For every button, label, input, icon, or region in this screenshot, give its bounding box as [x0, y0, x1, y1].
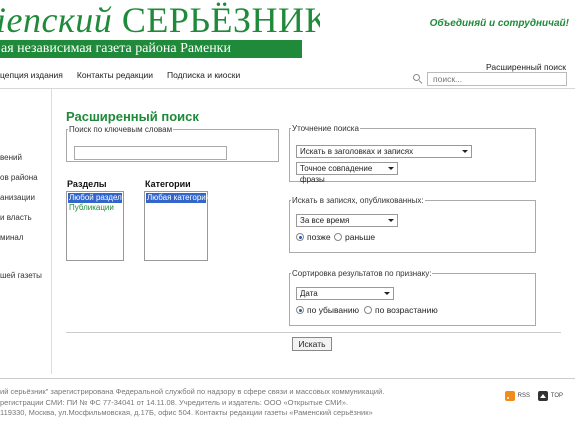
- keywords-legend: Поиск по ключевым словам: [69, 125, 173, 134]
- logo-subtitle-bar: ая независимая газета района Раменки: [0, 40, 302, 58]
- sections-label: Разделы: [67, 179, 107, 189]
- rss-icon: [504, 391, 515, 401]
- back-to-top-link[interactable]: TOP: [537, 391, 563, 401]
- footer-line-2: регистрации СМИ: ПИ № ФС 77-34041 от 14.…: [0, 397, 349, 407]
- search-icon[interactable]: [413, 74, 423, 84]
- refine-scope-value: Искать в заголовках и записях: [300, 147, 414, 156]
- logo-subtitle: ая независимая газета района Раменки: [1, 41, 231, 56]
- footer-line-1: ий серьёзник" зарегистрирована Федеральн…: [0, 387, 385, 396]
- sort-desc-label: по убыванию: [307, 305, 359, 315]
- chevron-down-icon: [388, 163, 397, 174]
- radio-unchecked[interactable]: [364, 306, 372, 314]
- sort-field-select[interactable]: Дата: [296, 287, 394, 300]
- logo-title: ienский СЕРЬЁЗНИК: [0, 2, 320, 40]
- refine-match-select[interactable]: Точное совпадение фразы: [296, 162, 398, 184]
- site-logo[interactable]: ienский СЕРЬЁЗНИК: [0, 2, 320, 42]
- sidebar-item-4[interactable]: и власть: [0, 213, 32, 222]
- sections-option[interactable]: Публикации: [68, 203, 122, 213]
- top-arrow-icon: [537, 391, 548, 401]
- date-range-value: За все время: [300, 216, 350, 225]
- chevron-down-icon: [461, 146, 471, 157]
- chevron-down-icon: [387, 215, 397, 226]
- date-later-radio[interactable]: позже: [296, 232, 331, 242]
- sidebar-item-1[interactable]: вений: [0, 153, 22, 162]
- form-divider: [66, 332, 561, 333]
- page-title: Расширенный поиск: [66, 109, 199, 124]
- nav-item-concept[interactable]: цепция издания: [0, 70, 63, 80]
- top-nav: цепция издания Контакты редакции Подписк…: [0, 70, 240, 80]
- top-label: TOP: [550, 393, 563, 399]
- sort-field-value: Дата: [300, 289, 318, 298]
- sidebar-item-6[interactable]: шей газеты: [0, 271, 42, 280]
- sort-desc-radio[interactable]: по убыванию: [296, 305, 359, 315]
- search-submit-button[interactable]: Искать: [292, 337, 332, 351]
- sections-listbox[interactable]: Любой раздел Публикации: [66, 191, 124, 261]
- search-input[interactable]: [427, 72, 567, 86]
- sort-legend: Сортировка результатов по признаку:: [292, 269, 432, 278]
- sort-asc-radio[interactable]: по возрастанию: [364, 305, 438, 315]
- refine-scope-select[interactable]: Искать в заголовках и записях: [296, 145, 472, 158]
- categories-option[interactable]: Любая категория: [146, 193, 210, 203]
- radio-checked[interactable]: [296, 306, 304, 314]
- advanced-search-link[interactable]: Расширенный поиск: [486, 62, 566, 72]
- rss-link[interactable]: RSS: [504, 391, 530, 401]
- logo-word-2: СЕРЬЁЗНИК: [121, 2, 320, 40]
- site-slogan: Объединяй и сотрудничай!: [429, 18, 569, 29]
- sections-option[interactable]: Любой раздел: [68, 193, 122, 203]
- date-earlier-label: раньше: [345, 232, 376, 242]
- refine-legend: Уточнение поиска: [292, 124, 359, 133]
- refine-match-value: Точное совпадение фразы: [300, 164, 373, 184]
- date-range-select[interactable]: За все время: [296, 214, 398, 227]
- sort-asc-label: по возрастанию: [375, 305, 438, 315]
- header-search: [413, 72, 567, 86]
- categories-label: Категории: [145, 179, 191, 189]
- date-legend: Искать в записях, опубликованных:: [292, 196, 424, 205]
- sidebar-item-3[interactable]: анизации: [0, 193, 35, 202]
- keywords-fieldset: Поиск по ключевым словам: [66, 125, 279, 162]
- nav-divider: [0, 88, 575, 89]
- sidebar-item-5[interactable]: минал: [0, 233, 24, 242]
- footer-text: ий серьёзник" зарегистрирована Федеральн…: [0, 387, 384, 419]
- nav-item-subscription[interactable]: Подписка и киоски: [167, 70, 240, 80]
- categories-listbox[interactable]: Любая категория: [144, 191, 210, 261]
- sidebar-item-2[interactable]: ов района: [0, 173, 38, 182]
- date-earlier-radio[interactable]: раньше: [334, 232, 375, 242]
- logo-word-1: ienский: [0, 2, 113, 40]
- keywords-input[interactable]: [74, 146, 227, 160]
- footer-line-3: 119330, Москва, ул.Мосфильмовская, д.17Б…: [0, 408, 373, 417]
- nav-item-contacts[interactable]: Контакты редакции: [77, 70, 153, 80]
- radio-unchecked[interactable]: [334, 233, 342, 241]
- footer-divider: [0, 378, 575, 379]
- chevron-down-icon: [383, 288, 393, 299]
- date-later-label: позже: [307, 232, 331, 242]
- radio-checked[interactable]: [296, 233, 304, 241]
- sidebar: вений ов района анизации и власть минал …: [0, 89, 52, 374]
- rss-label: RSS: [517, 393, 530, 399]
